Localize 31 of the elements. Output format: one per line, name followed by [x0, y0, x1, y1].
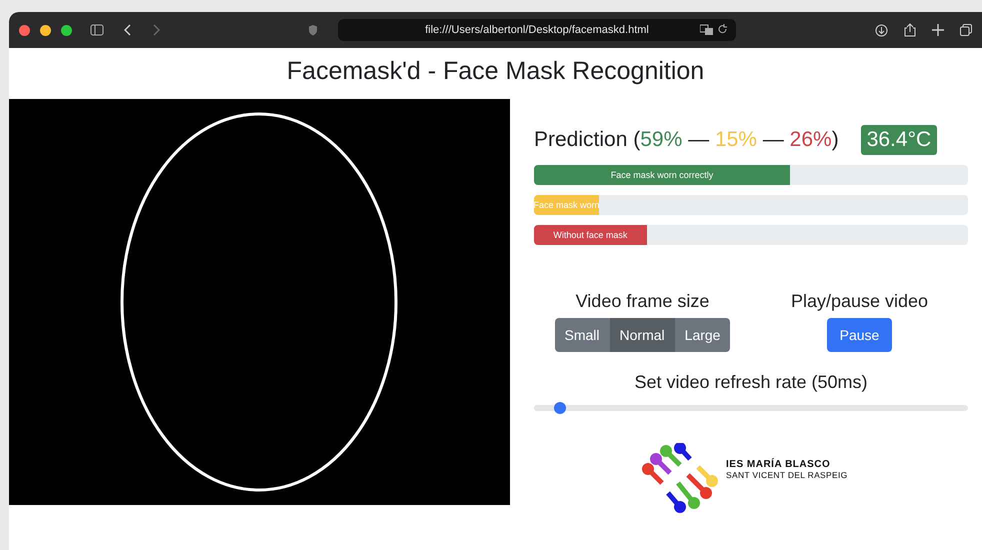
play-pause-heading: Play/pause video [790, 291, 928, 312]
back-icon[interactable] [124, 24, 132, 36]
size-option[interactable]: Large [674, 318, 730, 352]
progress-fill: Without face mask [534, 225, 647, 245]
sidebar-icon[interactable] [90, 24, 104, 36]
minimize-button[interactable] [40, 24, 51, 36]
frame-size-heading: Video frame size [576, 291, 710, 312]
refresh-rate-heading: Set video refresh rate (50ms) [633, 372, 869, 393]
pause-button[interactable]: Pause [826, 318, 892, 352]
progress-fill: Face mask worn [534, 195, 600, 215]
progress-fill: Face mask worn correctly [534, 165, 790, 185]
forward-icon[interactable] [152, 24, 160, 36]
size-option[interactable]: Small [554, 318, 610, 352]
tabs-icon[interactable] [960, 24, 972, 36]
address-bar[interactable]: file:///Users/albertonl/Desktop/facemaskd.html [338, 19, 736, 41]
temperature-badge: 36.4°C [860, 125, 938, 155]
slider-thumb[interactable] [554, 402, 566, 414]
page-title: Facemask'd - Face Mask Recognition [286, 56, 706, 86]
plus-icon[interactable] [932, 24, 944, 36]
prediction-heading: Prediction (59% — 15% — 26%) [534, 128, 839, 152]
zoom-button[interactable] [61, 24, 72, 36]
logo-place: SANT VICENT DEL RASPEIG [726, 470, 848, 480]
reload-icon[interactable] [718, 24, 728, 35]
shield-icon [308, 24, 318, 36]
translate-icon[interactable] [700, 24, 714, 35]
size-option[interactable]: Normal [610, 318, 675, 352]
close-button[interactable] [19, 24, 30, 36]
logo-name: IES MARÍA BLASCO [726, 459, 832, 470]
share-icon[interactable] [904, 23, 916, 37]
download-icon[interactable] [875, 24, 888, 36]
refresh-slider[interactable] [534, 405, 968, 411]
